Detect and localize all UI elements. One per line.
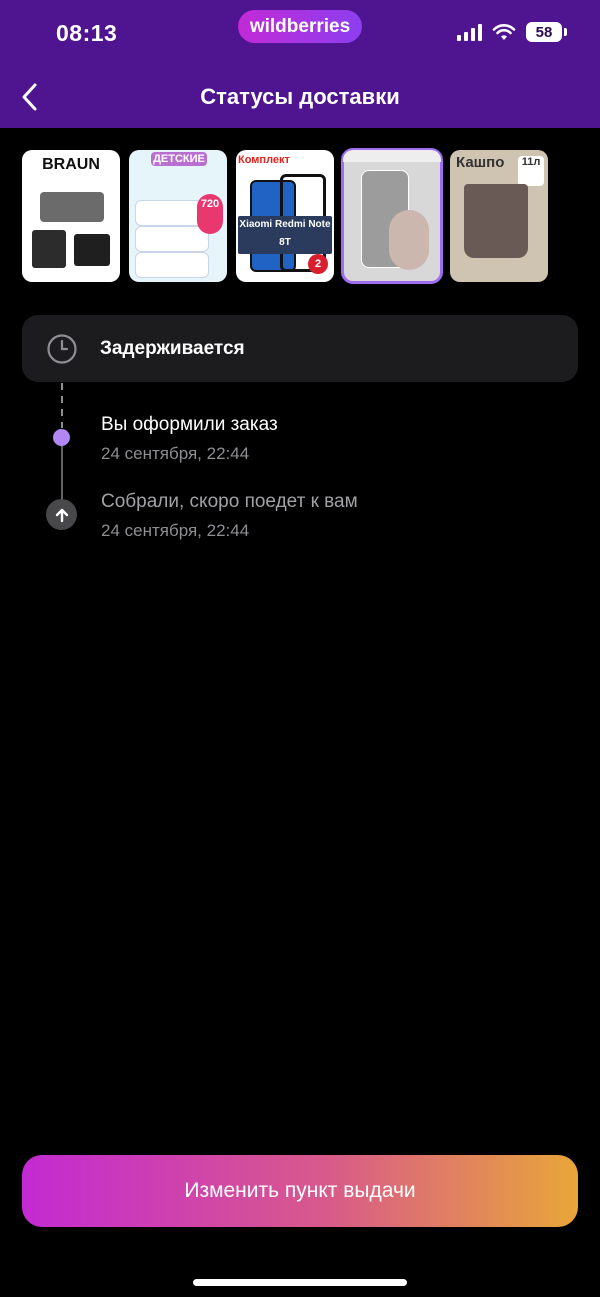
battery-indicator: 58 xyxy=(526,22,567,42)
hand-image xyxy=(389,210,429,270)
app-header: 08:13 wildberries 58 Статусы доставки xyxy=(0,0,600,128)
volume-badge: 11л xyxy=(518,156,544,186)
cellular-signal-icon xyxy=(457,23,482,41)
page-title: Статусы доставки xyxy=(200,84,400,109)
timeline-dot-icon xyxy=(53,429,70,446)
grill-plate-image xyxy=(74,234,110,266)
product-thumbnail-baby-wipes[interactable]: ДЕТСКИЕ 720 xyxy=(129,150,227,282)
timeline-dashed-connector xyxy=(61,383,63,428)
wipes-pack-image xyxy=(135,226,209,252)
timeline-step: Собрали, скоро поедет к вам 24 сентября,… xyxy=(101,491,358,541)
brand-logo: wildberries xyxy=(238,10,362,43)
timeline-step-date: 24 сентября, 22:44 xyxy=(101,444,250,463)
wifi-icon xyxy=(492,24,516,40)
product-brand-label: BRAUN xyxy=(42,156,100,173)
flower-pot-image xyxy=(464,184,528,258)
system-icons: 58 xyxy=(457,22,567,42)
clock-icon xyxy=(46,333,78,365)
grill-plate-image xyxy=(32,230,66,268)
product-label: Кашпо xyxy=(456,154,505,171)
count-badge: 2 xyxy=(308,254,328,274)
change-pickup-point-button[interactable]: Изменить пункт выдачи xyxy=(22,1155,578,1227)
wipes-pack-image xyxy=(135,252,209,278)
grill-image xyxy=(40,192,104,222)
current-status-card: Задерживается xyxy=(22,315,578,382)
timeline-connector xyxy=(61,444,63,500)
quantity-badge: 720 xyxy=(197,194,223,234)
product-caption: Xiaomi Redmi Note 8T xyxy=(238,216,332,254)
product-label: ДЕТСКИЕ xyxy=(151,152,207,166)
current-status-label: Задерживается xyxy=(100,337,245,359)
case-banner xyxy=(343,150,441,162)
product-thumbnails: BRAUN ДЕТСКИЕ 720 Комплект Xiaomi Redmi … xyxy=(22,148,548,284)
timeline-step-title: Вы оформили заказ xyxy=(101,414,278,435)
product-thumbnail-phone-glass[interactable]: Комплект Xiaomi Redmi Note 8T 2 xyxy=(236,150,334,282)
arrow-up-icon xyxy=(46,499,77,530)
timeline-step: Вы оформили заказ 24 сентября, 22:44 xyxy=(101,414,278,464)
timeline-step-date: 24 сентября, 22:44 xyxy=(101,521,250,540)
status-time: 08:13 xyxy=(56,20,118,46)
product-thumbnail-braun-grill[interactable]: BRAUN xyxy=(22,150,120,282)
product-label: Комплект xyxy=(238,154,290,166)
timeline-step-title: Собрали, скоро поедет к вам xyxy=(101,491,358,512)
product-thumbnail-flower-pot[interactable]: Кашпо 11л xyxy=(450,150,548,282)
home-indicator xyxy=(193,1279,407,1286)
product-thumbnail-phone-case[interactable] xyxy=(341,148,443,284)
